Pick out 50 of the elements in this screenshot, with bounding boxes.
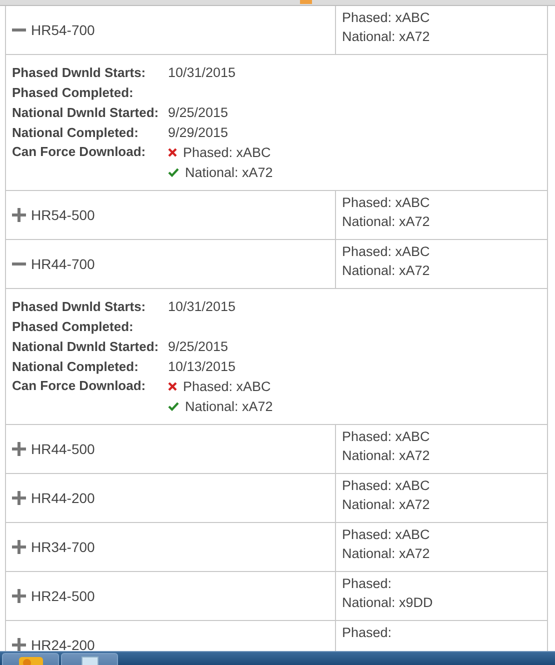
field-value: 9/25/2015 (168, 104, 230, 120)
phased-version: Phased: xABC (342, 526, 431, 544)
model-code: HR24-200 (31, 637, 95, 651)
phased-version: Phased: xABC (342, 477, 431, 495)
model-code: HR54-500 (31, 207, 95, 223)
field-label: National Dwnld Started: (12, 104, 160, 120)
national-version: National: xA72 (342, 262, 431, 280)
phased-version: Phased: xABC (342, 9, 431, 27)
phased-version: Phased: (342, 575, 393, 593)
phased-version: Phased: (342, 624, 393, 642)
national-version: National: xA72 (342, 213, 431, 231)
field-label: Can Force Download: (12, 377, 147, 395)
field-value: 10/13/2015 (168, 358, 237, 374)
model-code: HR44-200 (31, 490, 95, 506)
model-code: HR34-700 (31, 539, 95, 555)
expand-icon[interactable] (12, 491, 26, 505)
version-text: National: xA72 (185, 164, 273, 180)
mail-app-icon (16, 654, 44, 665)
national-version: National: xA72 (342, 496, 431, 514)
expand-icon[interactable] (12, 589, 26, 603)
highlight-mark (300, 0, 312, 4)
field-label: Can Force Download: (12, 143, 147, 161)
version-text: Phased: xABC (183, 144, 271, 160)
field-value: 9/29/2015 (168, 124, 230, 140)
field-label: National Dwnld Started: (12, 338, 160, 354)
model-code: HR44-500 (31, 441, 95, 457)
version-text: National: xA72 (185, 398, 273, 414)
model-code: HR54-700 (31, 22, 95, 38)
field-label: National Completed: (12, 124, 140, 140)
field-value: 9/25/2015 (168, 338, 230, 354)
expand-icon[interactable] (12, 442, 26, 456)
model-code: HR24-500 (31, 588, 95, 604)
national-version: National: xA72 (342, 447, 431, 465)
field-label: Phased Dwnld Starts: (12, 64, 147, 80)
national-version: National: xA72 (342, 28, 431, 46)
phased-version: Phased: xABC (342, 194, 431, 212)
version-text: Phased: xABC (183, 378, 271, 394)
phased-version: Phased: xABC (342, 243, 431, 261)
field-label: Phased Completed: (12, 318, 134, 334)
expand-icon[interactable] (12, 208, 26, 222)
expand-icon[interactable] (12, 540, 26, 554)
field-value: 10/31/2015 (168, 298, 237, 314)
field-label: Phased Completed: (12, 84, 134, 100)
national-version: National: xA72 (342, 545, 431, 563)
phased-version: Phased: xABC (342, 428, 431, 446)
field-label: Phased Dwnld Starts: (12, 298, 147, 314)
national-version: National: x9DD (342, 594, 434, 612)
field-label: National Completed: (12, 358, 140, 374)
model-code: HR44-700 (31, 256, 95, 272)
field-value: 10/31/2015 (168, 64, 237, 80)
